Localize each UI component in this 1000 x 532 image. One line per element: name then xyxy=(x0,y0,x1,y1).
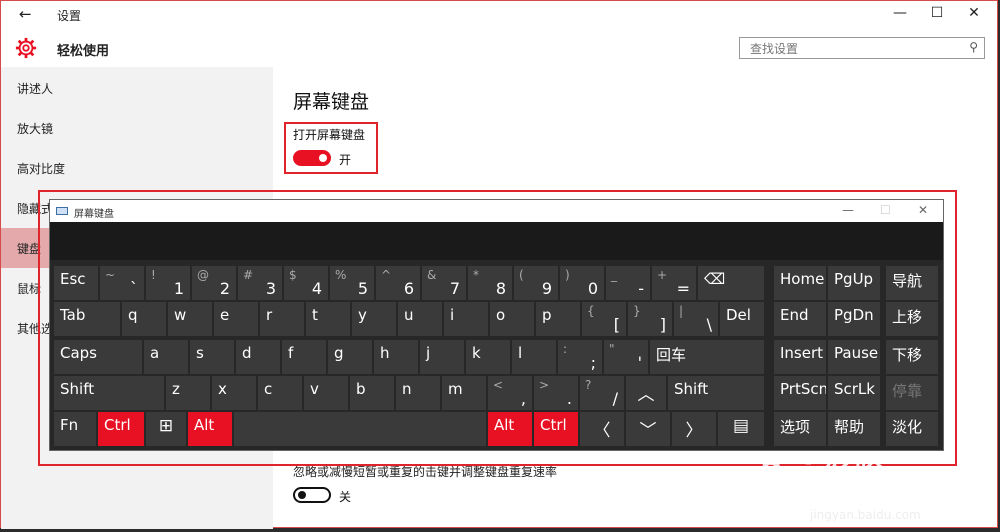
gear-icon xyxy=(15,37,37,59)
filter-keys-toggle-switch[interactable] xyxy=(293,487,331,503)
search-input[interactable] xyxy=(748,41,952,57)
app-header: 轻松使用 ⚲ xyxy=(1,29,997,67)
title-bar: ← 设置 — ☐ ✕ xyxy=(1,1,997,29)
close-button[interactable]: ✕ xyxy=(964,5,984,21)
search-icon[interactable]: ⚲ xyxy=(969,40,978,54)
watermark-brand: Bai 经验 xyxy=(760,456,884,491)
sidebar-item-label: 讲述人 xyxy=(17,82,54,96)
app-title: 轻松使用 xyxy=(57,44,110,59)
search-box[interactable]: ⚲ xyxy=(739,37,985,59)
sidebar-item-narrator[interactable]: 讲述人 xyxy=(1,68,273,108)
watermark-url: jingyan.baidu.com xyxy=(810,508,921,522)
sidebar-item-label: 放大镜 xyxy=(17,122,54,136)
sidebar-item-high-contrast[interactable]: 高对比度 xyxy=(1,148,273,188)
toggle-knob xyxy=(298,491,306,499)
highlight-toggle-box xyxy=(284,122,378,174)
minimize-button[interactable]: — xyxy=(890,5,910,21)
maximize-button[interactable]: ☐ xyxy=(927,5,947,21)
sidebar-item-label: 高对比度 xyxy=(17,162,66,176)
back-arrow-icon[interactable]: ← xyxy=(19,5,32,23)
page-title: 屏幕键盘 xyxy=(293,91,370,113)
highlight-keyboard-box xyxy=(38,190,957,466)
window-title: 设置 xyxy=(57,9,82,23)
filter-keys-toggle-state: 关 xyxy=(339,490,352,504)
sidebar-item-magnifier[interactable]: 放大镜 xyxy=(1,108,273,148)
